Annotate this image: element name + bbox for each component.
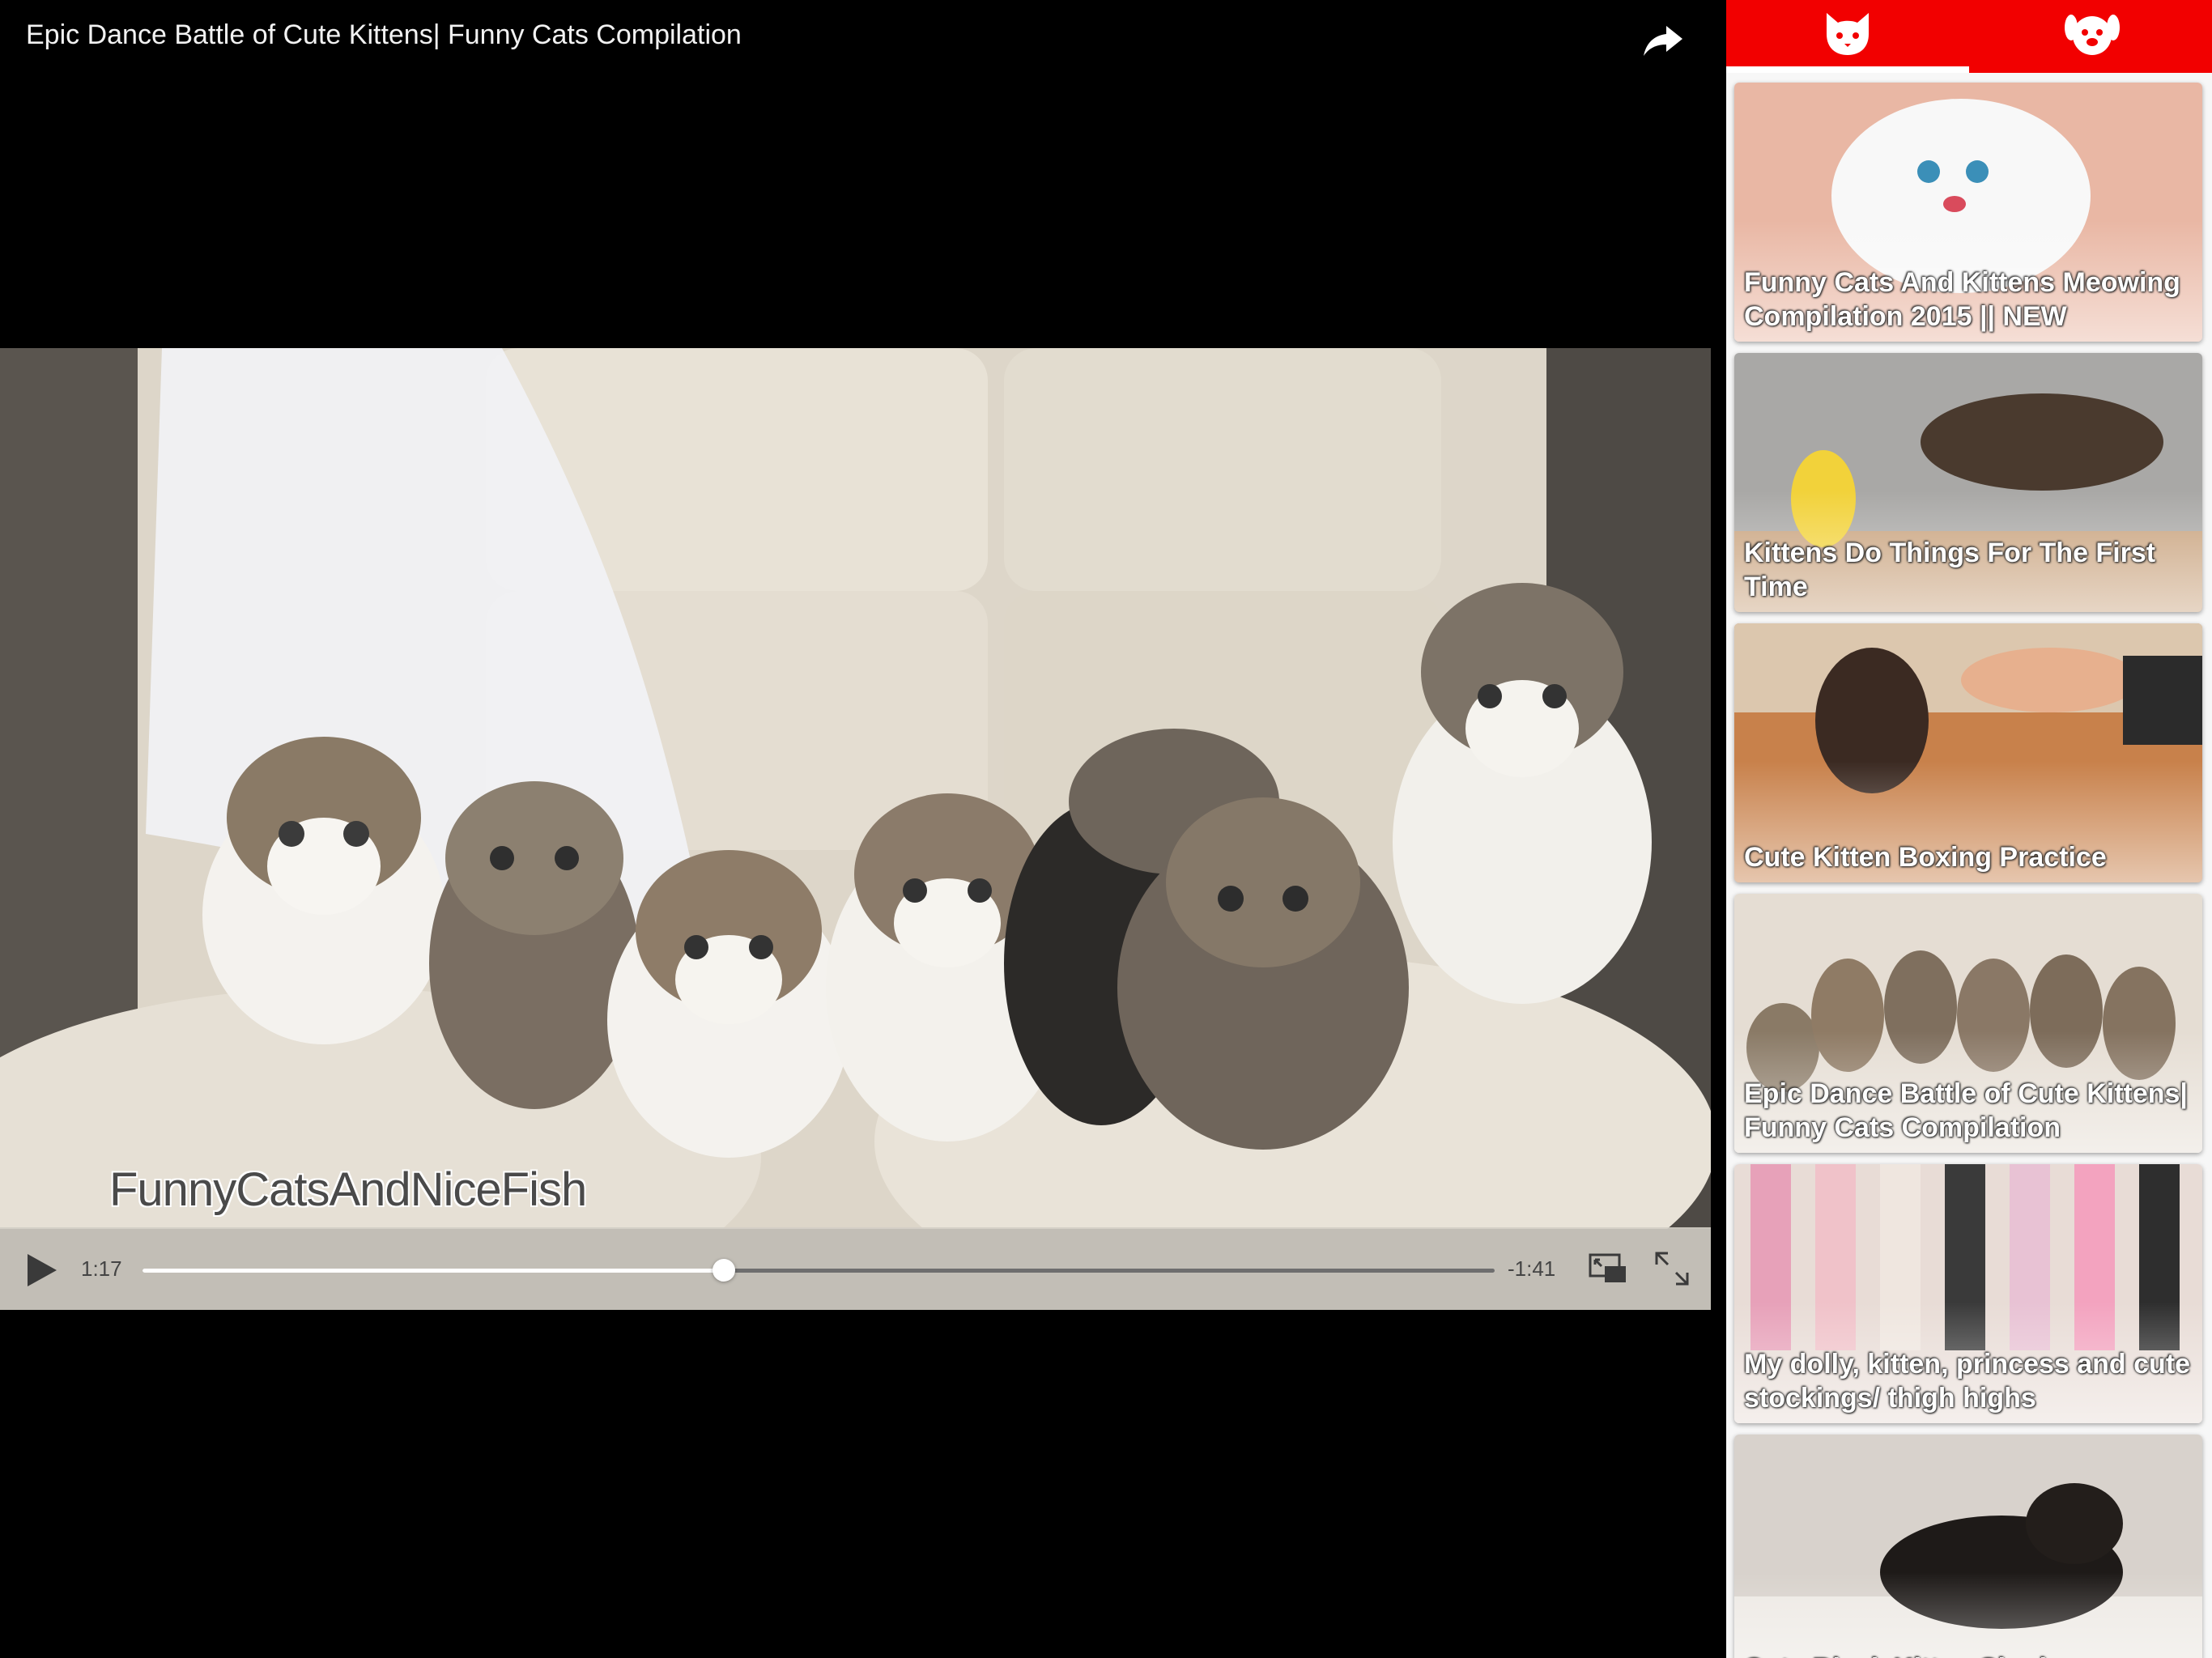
time-remaining: -1:41 [1508, 1256, 1556, 1281]
related-video-card[interactable]: Funny Cats And Kittens Meowing Compilati… [1734, 83, 2202, 342]
related-videos-sidebar: Funny Cats And Kittens Meowing Compilati… [1726, 0, 2212, 1658]
play-icon [28, 1254, 57, 1286]
picture-in-picture-button[interactable] [1589, 1252, 1627, 1286]
progress-track[interactable] [143, 1259, 1495, 1282]
thumbnail-fade [1734, 1572, 2202, 1658]
related-video-title: Kittens Do Things For The First Time [1744, 538, 2156, 602]
picture-in-picture-icon [1589, 1253, 1626, 1282]
cat-face-icon [1827, 13, 1869, 55]
related-video-title: Cute Black Kitten Shadow [1744, 1652, 2193, 1658]
related-video-card[interactable]: My dolly, kitten, princess and cute stoc… [1734, 1164, 2202, 1423]
kittens-video-scene [0, 348, 1711, 1229]
video-title: Epic Dance Battle of Cute Kittens| Funny… [26, 19, 742, 50]
play-button[interactable] [23, 1252, 60, 1289]
fullscreen-button[interactable] [1653, 1250, 1691, 1287]
time-elapsed: 1:17 [81, 1256, 122, 1281]
video-player-pane: Epic Dance Battle of Cute Kittens| Funny… [0, 0, 1726, 1658]
expand-icon [1655, 1252, 1689, 1286]
active-tab-indicator [1726, 66, 1969, 73]
related-video-card[interactable]: Cute Black Kitten Shadow [1734, 1435, 2202, 1658]
related-video-title: Funny Cats And Kittens Meowing Compilati… [1744, 267, 2180, 332]
progress-knob[interactable] [713, 1259, 736, 1282]
share-button[interactable] [1642, 23, 1684, 58]
share-arrow-icon [1644, 26, 1682, 56]
related-video-title: Cute Kitten Boxing Practice [1744, 842, 2107, 873]
related-video-title: Epic Dance Battle of Cute Kittens| Funny… [1744, 1078, 2188, 1143]
related-video-card[interactable]: Cute Kitten Boxing Practice [1734, 623, 2202, 882]
category-tabbar [1726, 0, 2212, 73]
video-watermark: FunnyCatsAndNiceFish [109, 1163, 587, 1216]
related-video-card[interactable]: Epic Dance Battle of Cute Kittens| Funny… [1734, 894, 2202, 1153]
related-video-title: My dolly, kitten, princess and cute stoc… [1744, 1349, 2191, 1414]
video-frame[interactable]: FunnyCatsAndNiceFish [0, 348, 1711, 1229]
playback-controls: 1:17 -1:41 [0, 1227, 1711, 1310]
related-video-card[interactable]: Kittens Do Things For The First Time [1734, 353, 2202, 612]
tab-dogs[interactable] [1969, 0, 2212, 73]
progress-fill [143, 1269, 725, 1273]
tab-cats[interactable] [1726, 0, 1969, 73]
dog-face-icon [2065, 15, 2120, 55]
